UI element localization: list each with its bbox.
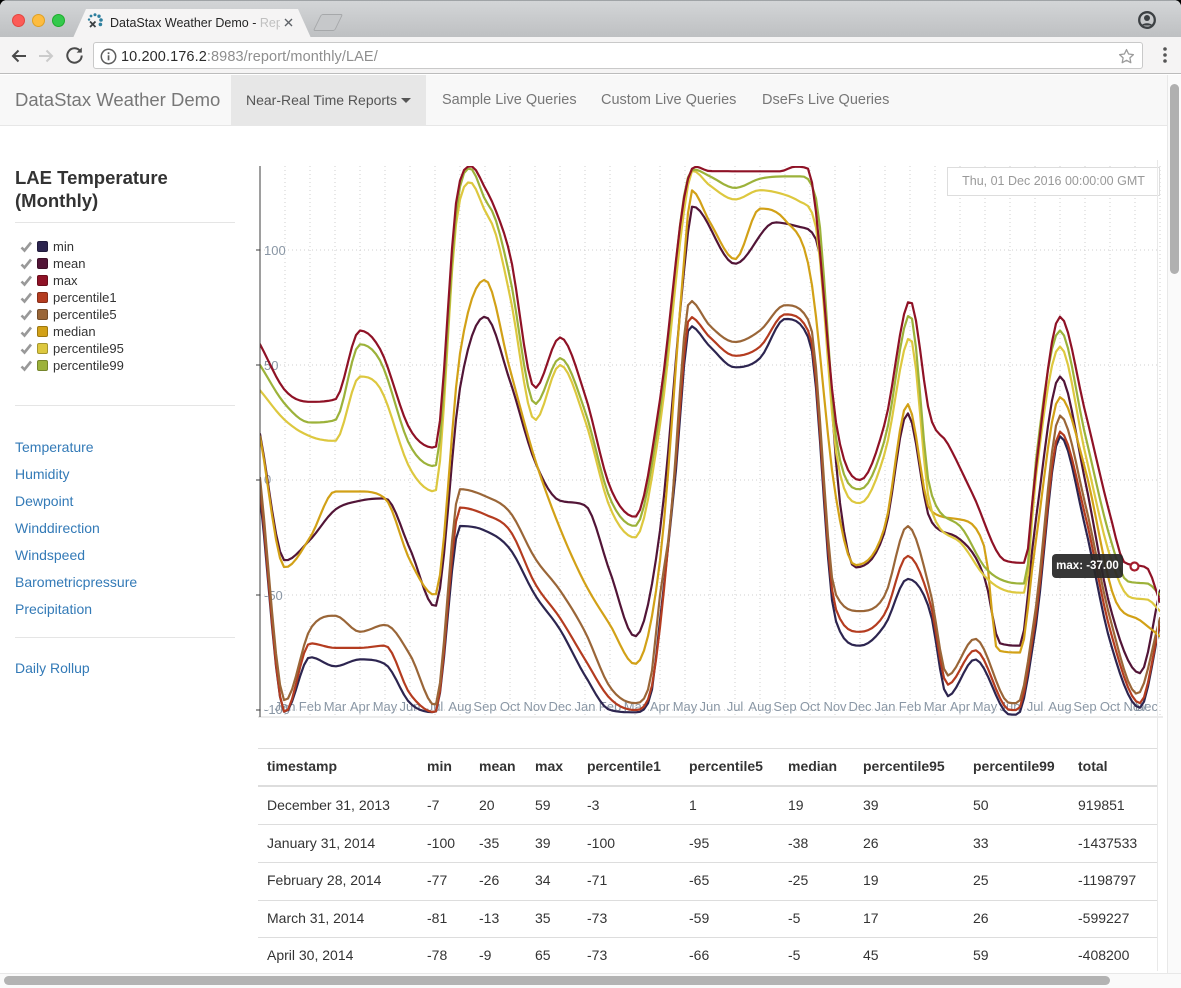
svg-text:Dec: Dec (848, 699, 872, 714)
svg-text:Apr: Apr (350, 699, 371, 714)
svg-text:Jul: Jul (727, 699, 744, 714)
svg-text:May: May (673, 699, 698, 714)
svg-text:Mar: Mar (924, 699, 947, 714)
svg-text:Jul: Jul (1027, 699, 1044, 714)
svg-text:100: 100 (264, 243, 286, 258)
svg-text:Jan: Jan (875, 699, 896, 714)
svg-text:-50: -50 (264, 588, 283, 603)
svg-text:Oct: Oct (800, 699, 821, 714)
svg-text:Jan: Jan (575, 699, 596, 714)
svg-text:Dec: Dec (548, 699, 572, 714)
svg-text:Sep: Sep (1073, 699, 1096, 714)
svg-text:Oct: Oct (1100, 699, 1121, 714)
svg-text:Mar: Mar (324, 699, 347, 714)
svg-text:Apr: Apr (950, 699, 971, 714)
svg-text:Nov: Nov (523, 699, 547, 714)
svg-text:Aug: Aug (448, 699, 471, 714)
svg-text:Feb: Feb (899, 699, 921, 714)
svg-text:Oct: Oct (500, 699, 521, 714)
svg-text:May: May (973, 699, 998, 714)
svg-text:Feb: Feb (299, 699, 321, 714)
svg-text:Jun: Jun (700, 699, 721, 714)
svg-text:Aug: Aug (748, 699, 771, 714)
svg-text:Nov: Nov (823, 699, 847, 714)
svg-text:Apr: Apr (650, 699, 671, 714)
svg-text:Aug: Aug (1048, 699, 1071, 714)
svg-text:Sep: Sep (473, 699, 496, 714)
svg-text:Sep: Sep (773, 699, 796, 714)
svg-text:May: May (373, 699, 398, 714)
